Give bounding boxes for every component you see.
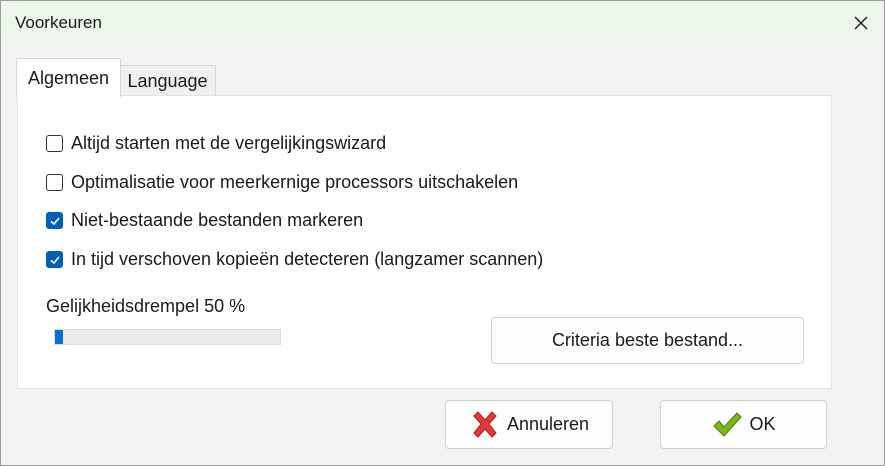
checkmark-icon xyxy=(49,216,60,225)
close-button[interactable] xyxy=(838,1,884,45)
slider-thumb[interactable] xyxy=(55,330,63,344)
preferences-dialog: Voorkeuren Algemeen Language Altijd star… xyxy=(0,0,885,466)
green-check-icon xyxy=(713,411,743,437)
general-tab-panel: Altijd starten met de vergelijkingswizar… xyxy=(17,95,832,389)
option-wizard-row[interactable]: Altijd starten met de vergelijkingswizar… xyxy=(46,133,386,154)
checkmark-icon xyxy=(49,255,60,264)
threshold-label: Gelijkheidsdrempel 50 % xyxy=(46,296,246,316)
ok-button[interactable]: OK xyxy=(660,400,827,449)
cancel-button[interactable]: Annuleren xyxy=(445,400,613,449)
option-multicore-row[interactable]: Optimalisatie voor meerkernige processor… xyxy=(46,172,518,193)
cancel-button-label: Annuleren xyxy=(506,414,590,434)
checkbox-mark-missing[interactable] xyxy=(46,212,63,229)
option-multicore-label: Optimalisatie voor meerkernige processor… xyxy=(71,172,519,192)
option-time-shift-row[interactable]: In tijd verschoven kopieën detecteren (l… xyxy=(46,249,543,270)
option-wizard-label: Altijd starten met de vergelijkingswizar… xyxy=(71,133,387,153)
checkbox-multicore[interactable] xyxy=(46,174,63,191)
ok-button-label: OK xyxy=(749,414,776,434)
threshold-slider[interactable] xyxy=(54,329,281,345)
criteria-button-label: Criteria beste bestand... xyxy=(551,330,744,350)
criteria-best-file-button[interactable]: Criteria beste bestand... xyxy=(491,317,804,364)
dialog-title: Voorkeuren xyxy=(15,13,102,32)
red-x-icon xyxy=(473,410,497,438)
option-time-shift-label: In tijd verschoven kopieën detecteren (l… xyxy=(71,249,544,269)
tab-algemeen[interactable]: Algemeen xyxy=(16,58,121,97)
checkbox-time-shift[interactable] xyxy=(46,251,63,268)
option-mark-missing-label: Niet-bestaande bestanden markeren xyxy=(71,210,364,230)
option-mark-missing-row[interactable]: Niet-bestaande bestanden markeren xyxy=(46,210,363,231)
close-icon xyxy=(854,16,868,30)
checkbox-wizard[interactable] xyxy=(46,135,63,152)
title-bar[interactable]: Voorkeuren xyxy=(1,1,884,45)
tab-language[interactable]: Language xyxy=(119,65,216,96)
